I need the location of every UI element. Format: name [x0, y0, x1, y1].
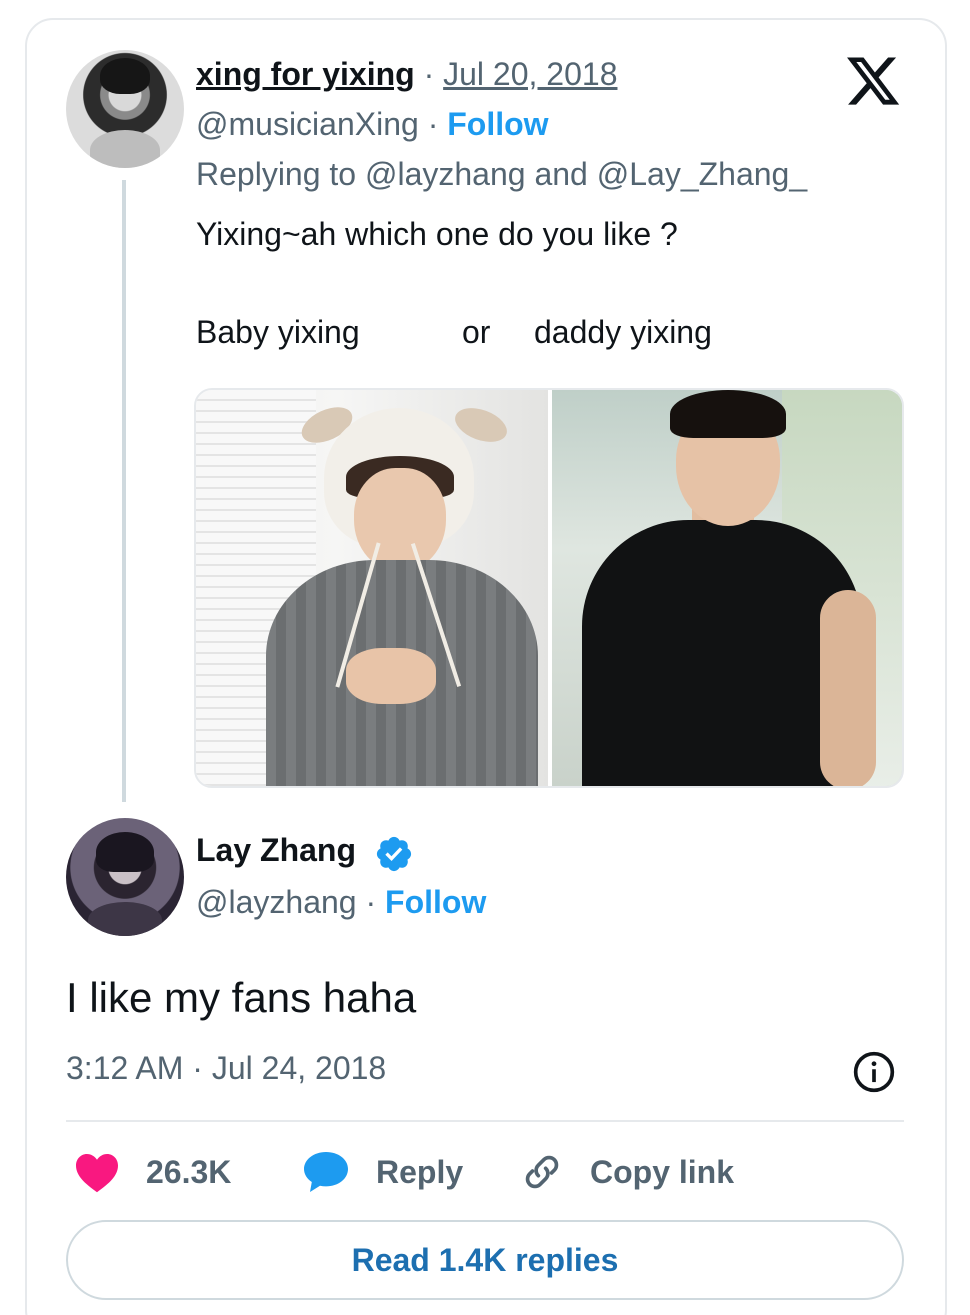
media-photo-baby[interactable] [196, 390, 548, 786]
copy-link-button[interactable]: Copy link [520, 1148, 734, 1196]
copy-link-label: Copy link [590, 1154, 735, 1190]
media-photo-daddy[interactable] [552, 390, 902, 786]
handle-separator: · [427, 106, 439, 142]
read-replies-button[interactable]: Read 1.4K replies [66, 1220, 904, 1300]
link-icon [525, 1155, 559, 1189]
x-logo-icon[interactable] [842, 52, 904, 110]
main-follow-link[interactable]: Follow [385, 884, 486, 920]
parent-author-avatar[interactable] [66, 50, 184, 168]
header-separator: · [423, 56, 435, 92]
parent-tweet-media [194, 388, 904, 788]
main-author-name[interactable]: Lay Zhang [196, 832, 356, 868]
parent-tweet-date[interactable]: Jul 20, 2018 [443, 56, 617, 92]
action-divider [66, 1120, 904, 1122]
main-tweet-text: I like my fans haha [66, 974, 417, 1021]
choice-right-text: daddy yixing [534, 314, 712, 350]
reply-label: Reply [376, 1154, 464, 1190]
main-handle-row: @layzhang · Follow [196, 884, 486, 920]
thread-connector-line [122, 180, 126, 802]
verified-badge-icon [376, 836, 412, 872]
main-tweet-timestamp[interactable]: 3:12 AM · Jul 24, 2018 [66, 1050, 386, 1086]
like-button[interactable]: 26.3K [74, 1148, 231, 1196]
like-count: 26.3K [146, 1154, 232, 1190]
replying-to-text: Replying to @layzhang and @Lay_Zhang_ [196, 156, 808, 192]
choice-or-text: or [462, 314, 491, 350]
info-icon[interactable] [852, 1050, 896, 1094]
parent-follow-link[interactable]: Follow [447, 106, 548, 142]
main-author-avatar[interactable] [66, 818, 184, 936]
main-author-handle[interactable]: @layzhang [196, 884, 357, 920]
parent-author-handle[interactable]: @musicianXing [196, 106, 419, 142]
parent-tweet-text: Yixing~ah which one do you like ? [196, 216, 678, 252]
speech-bubble-icon [304, 1152, 348, 1192]
reply-button[interactable]: Reply [302, 1148, 463, 1196]
parent-tweet-header: xing for yixing · Jul 20, 2018 [196, 56, 617, 92]
handle-separator: · [365, 884, 377, 920]
heart-icon [76, 1154, 118, 1193]
choice-left-text: Baby yixing [196, 314, 360, 350]
tweet-actions-bar: 26.3K Reply Copy link [66, 1148, 904, 1196]
parent-handle-row: @musicianXing · Follow [196, 106, 549, 142]
parent-author-name[interactable]: xing for yixing [196, 56, 415, 92]
